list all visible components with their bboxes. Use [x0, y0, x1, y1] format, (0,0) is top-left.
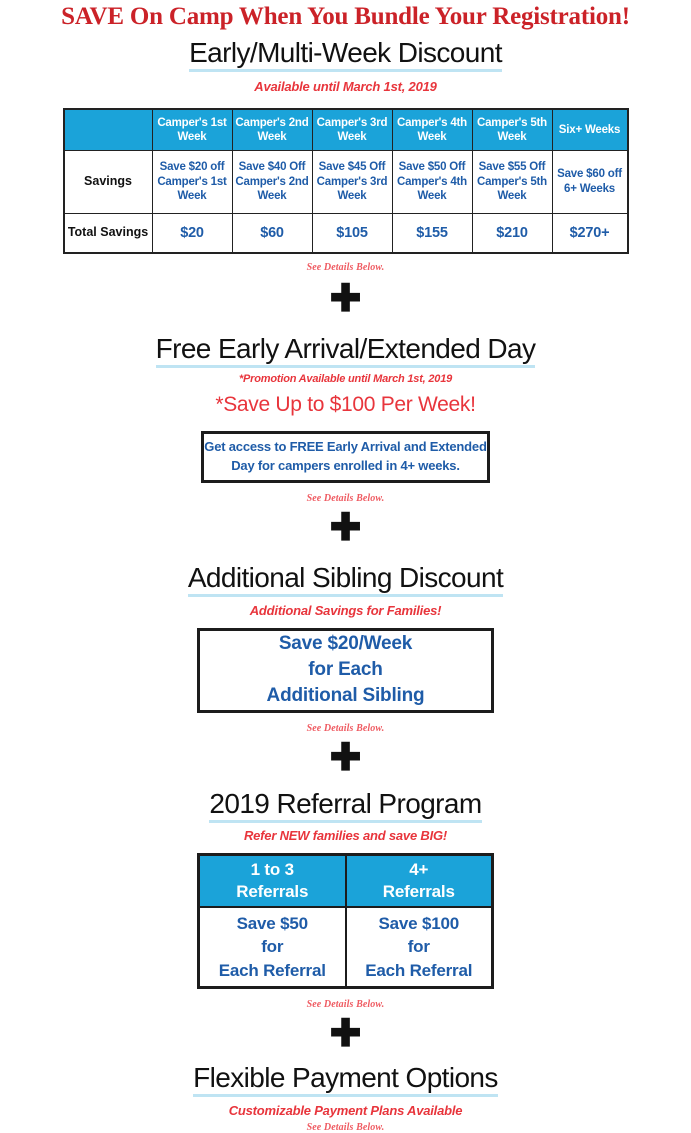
- see-details-payment: See Details Below.: [306, 1121, 385, 1133]
- plus-divider-4: ✚: [329, 1013, 362, 1056]
- discount-table-wrapper: Camper's 1st Week Camper's 2nd Week Camp…: [0, 107, 691, 254]
- plus-divider-2: ✚: [329, 507, 362, 550]
- page-headline: SAVE On Camp When You Bundle Your Regist…: [61, 3, 630, 30]
- sibling-callout-line-1: Save $20/Week: [278, 632, 413, 654]
- referral-subtitle: Refer NEW families and save BIG!: [243, 828, 448, 844]
- discount-table-body: Savings Save $20 off Camper's 1st Week S…: [63, 149, 628, 254]
- see-details-early-arrival: See Details Below.: [306, 493, 385, 505]
- referral-value-1-to-3-line-3: Each Referral: [218, 960, 326, 980]
- discount-total-week-5: $210: [471, 212, 553, 254]
- discount-savings-week-3: Save $45 Off Camper's 3rd Week: [311, 149, 393, 214]
- see-details-referral: See Details Below.: [306, 999, 385, 1011]
- referral-header-4-plus-line-1: 4+: [409, 860, 429, 880]
- early-arrival-title-text: Free Early Arrival/Extended Day: [155, 332, 536, 368]
- sibling-subtitle: Additional Savings for Families!: [249, 602, 442, 618]
- discount-total-six-plus: $270+: [551, 212, 628, 254]
- discount-savings-six-plus: Save $60 off 6+ Weeks: [551, 149, 628, 214]
- discount-savings-week-5: Save $55 Off Camper's 5th Week: [471, 149, 553, 214]
- payment-title-text: Flexible Payment Options: [193, 1062, 498, 1098]
- plus-divider-1: ✚: [329, 277, 362, 320]
- promo-flyer: SAVE On Camp When You Bundle Your Regist…: [0, 0, 691, 1133]
- discount-total-week-4: $155: [391, 212, 473, 254]
- sibling-callout-line-3: Additional Sibling: [266, 685, 425, 707]
- discount-savings-week-2: Save $40 Off Camper's 2nd Week: [231, 149, 313, 214]
- section-title-payment: Flexible Payment Options: [0, 1062, 691, 1098]
- section-title-referral: 2019 Referral Program: [0, 787, 691, 823]
- referral-title-text: 2019 Referral Program: [209, 787, 482, 823]
- see-details-sibling: See Details Below.: [306, 722, 385, 734]
- early-arrival-callout-text: Get access to FREE Early Arrival and Ext…: [204, 439, 487, 474]
- referral-header-row: 1 to 3 Referrals 4+ Referrals: [197, 853, 494, 909]
- referral-value-1-to-3: Save $50 for Each Referral: [197, 906, 347, 989]
- discount-header-week-2: Camper's 2nd Week: [231, 108, 313, 151]
- discount-table: Camper's 1st Week Camper's 2nd Week Camp…: [62, 107, 629, 254]
- early-arrival-subtitle: *Promotion Available until March 1st, 20…: [238, 373, 453, 386]
- discount-savings-week-1: Save $20 off Camper's 1st Week: [151, 149, 233, 214]
- section-title-early-arrival: Free Early Arrival/Extended Day: [0, 332, 691, 368]
- referral-header-1-to-3-line-1: 1 to 3: [250, 860, 294, 880]
- discount-row-total-savings: Total Savings $20 $60 $105 $155 $210 $27…: [63, 212, 628, 254]
- discount-header-week-4: Camper's 4th Week: [391, 108, 473, 151]
- discount-row-savings: Savings Save $20 off Camper's 1st Week S…: [63, 149, 628, 214]
- referral-value-4-plus-line-2: for: [407, 937, 430, 957]
- referral-value-4-plus-line-3: Each Referral: [365, 960, 473, 980]
- referral-value-4-plus-line-1: Save $100: [378, 913, 460, 933]
- sibling-callout-text: Save $20/Week for Each Additional Siblin…: [267, 631, 425, 710]
- payment-subtitle: Customizable Payment Plans Available: [228, 1102, 463, 1118]
- discount-header-week-5: Camper's 5th Week: [471, 108, 553, 151]
- plus-divider-3: ✚: [329, 736, 362, 779]
- early-arrival-highlight: *Save Up to $100 Per Week!: [215, 393, 476, 417]
- referral-table-body: 1 to 3 Referrals 4+ Referrals Save $50 f…: [197, 853, 494, 989]
- discount-header-week-1: Camper's 1st Week: [151, 108, 233, 151]
- section-title-sibling: Additional Sibling Discount: [0, 562, 691, 598]
- referral-value-1-to-3-line-1: Save $50: [236, 913, 308, 933]
- referral-value-4-plus: Save $100 for Each Referral: [344, 906, 494, 989]
- referral-header-4-plus-line-2: Referrals: [382, 882, 455, 902]
- discount-header-week-3: Camper's 3rd Week: [311, 108, 393, 151]
- discount-header-blank: [63, 108, 153, 151]
- discount-row-savings-label: Savings: [63, 149, 153, 214]
- referral-table: 1 to 3 Referrals 4+ Referrals Save $50 f…: [197, 853, 494, 990]
- discount-total-week-1: $20: [151, 212, 233, 254]
- discount-total-week-2: $60: [231, 212, 313, 254]
- discount-total-week-3: $105: [311, 212, 393, 254]
- sibling-callout-line-2: for Each: [308, 659, 383, 681]
- discount-table-header-row: Camper's 1st Week Camper's 2nd Week Camp…: [63, 108, 628, 151]
- referral-header-4-plus: 4+ Referrals: [344, 853, 494, 909]
- discount-row-total-label: Total Savings: [63, 212, 153, 254]
- referral-header-1-to-3: 1 to 3 Referrals: [197, 853, 347, 909]
- early-multi-week-subtitle: Available until March 1st, 2019: [254, 78, 437, 94]
- referral-header-1-to-3-line-2: Referrals: [236, 882, 309, 902]
- discount-savings-week-4: Save $50 Off Camper's 4th Week: [391, 149, 473, 214]
- see-details-early-multi-week: See Details Below.: [306, 261, 385, 273]
- section-title-early-multi-week: Early/Multi-Week Discount: [0, 36, 691, 72]
- referral-value-1-to-3-line-2: for: [261, 937, 284, 957]
- early-multi-week-title-text: Early/Multi-Week Discount: [189, 36, 503, 72]
- sibling-title-text: Additional Sibling Discount: [187, 562, 504, 598]
- discount-table-head: Camper's 1st Week Camper's 2nd Week Camp…: [63, 108, 628, 151]
- referral-body-row: Save $50 for Each Referral Save $100 for…: [197, 906, 494, 989]
- early-arrival-callout-box: Get access to FREE Early Arrival and Ext…: [201, 431, 490, 484]
- discount-header-six-plus-weeks: Six+ Weeks: [551, 108, 628, 151]
- sibling-callout-box: Save $20/Week for Each Additional Siblin…: [197, 627, 494, 713]
